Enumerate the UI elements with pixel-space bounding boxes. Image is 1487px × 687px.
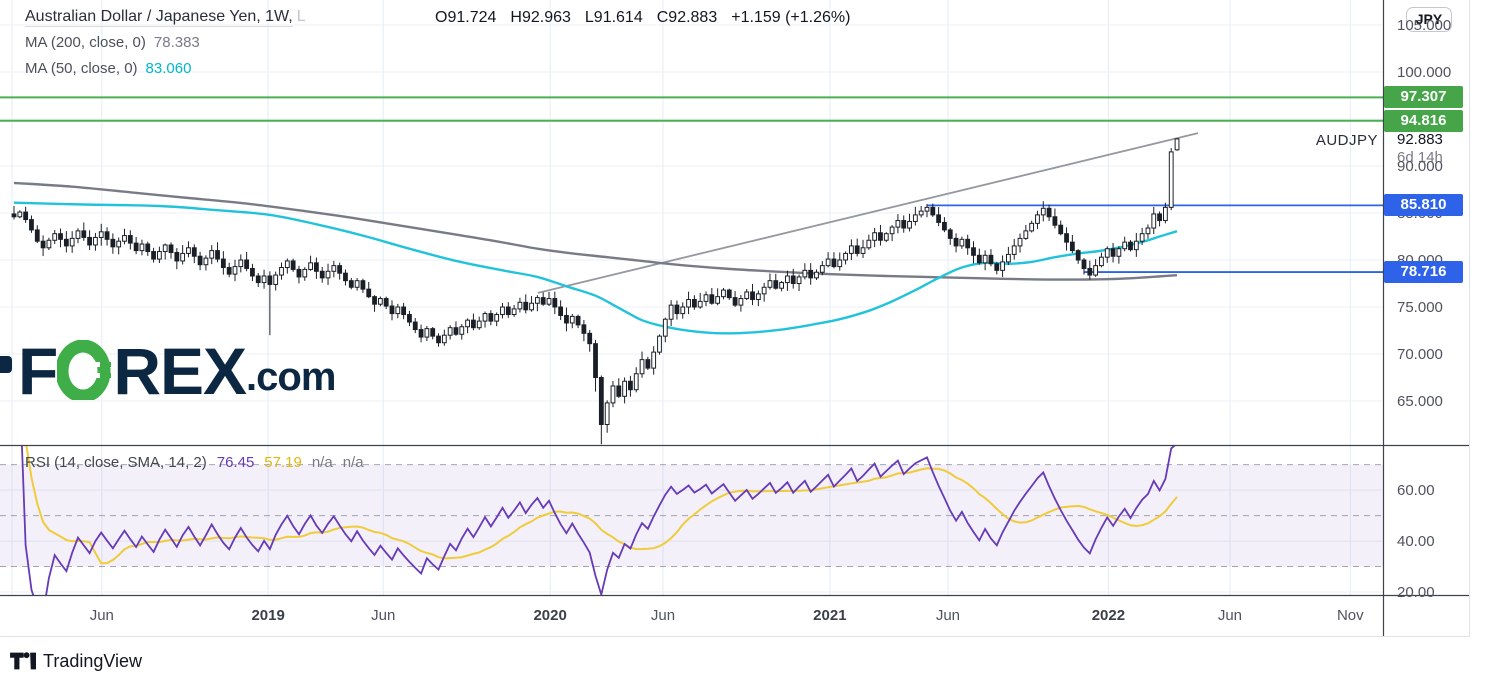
rsi-na-2: n/a bbox=[343, 454, 364, 471]
time-tick-label: Jun bbox=[936, 607, 960, 624]
price-tick-label: 75.000 bbox=[1397, 299, 1443, 316]
price-tick-label: 70.000 bbox=[1397, 346, 1443, 363]
rsi-label: RSI (14, close, SMA, 14, 2) bbox=[25, 454, 207, 471]
rsi-tick-label: 20.00 bbox=[1397, 584, 1435, 601]
tradingview-brand-text[interactable]: TradingView bbox=[43, 651, 142, 672]
rsi-na-1: n/a bbox=[312, 454, 333, 471]
price-tick-label: 90.000 bbox=[1397, 158, 1443, 175]
symbol-title[interactable]: Australian Dollar / Japanese Yen, 1W, bbox=[25, 8, 293, 27]
price-level-badge: 78.716 bbox=[1384, 261, 1463, 283]
rsi-tick-label: 60.00 bbox=[1397, 482, 1435, 499]
rsi-legend-row[interactable]: RSI (14, close, SMA, 14, 2) 76.45 57.19 n/a… bbox=[25, 454, 374, 471]
rsi-sma-value: 57.19 bbox=[264, 454, 302, 471]
ma50-label: MA (50, close, 0) bbox=[25, 60, 138, 77]
time-tick-label: Nov bbox=[1337, 607, 1364, 624]
price-level-badge: 94.816 bbox=[1384, 110, 1463, 132]
ohlc-values: O91.724 H92.963 L91.614 C92.883 +1.159 (+1.2… bbox=[435, 9, 864, 27]
low-value: L91.614 bbox=[585, 9, 643, 26]
watermark-fragment bbox=[0, 356, 12, 373]
forex-com-watermark: F REX.com bbox=[18, 340, 335, 400]
time-tick-label: 2021 bbox=[813, 607, 846, 624]
tradingview-attribution[interactable]: TradingView bbox=[10, 650, 142, 672]
time-tick-label: 2022 bbox=[1092, 607, 1125, 624]
tradingview-chart-widget: Australian Dollar / Japanese Yen, 1W,L O… bbox=[0, 0, 1487, 687]
open-value: O91.724 bbox=[435, 9, 496, 26]
time-tick-label: 2020 bbox=[533, 607, 566, 624]
watermark-dotcom: .com bbox=[246, 354, 335, 400]
ma200-legend-row[interactable]: MA (200, close, 0) 78.383 bbox=[25, 34, 200, 51]
ma200-label: MA (200, close, 0) bbox=[25, 34, 146, 51]
rsi-value: 76.45 bbox=[217, 454, 255, 471]
price-level-badge: 85.810 bbox=[1384, 194, 1463, 216]
time-tick-label: Jun bbox=[1218, 607, 1242, 624]
symbol-title-truncated: L bbox=[297, 8, 306, 25]
close-value: C92.883 bbox=[657, 9, 718, 26]
price-tick-label: 65.000 bbox=[1397, 393, 1443, 410]
change-value: +1.159 (+1.26%) bbox=[731, 9, 850, 26]
chart-canvas[interactable] bbox=[0, 0, 1470, 637]
last-price-value: 92.883 bbox=[1397, 131, 1443, 148]
high-value: H92.963 bbox=[510, 9, 571, 26]
forex-o-icon bbox=[57, 340, 113, 400]
time-tick-label: Jun bbox=[90, 607, 114, 624]
ma50-legend-row[interactable]: MA (50, close, 0) 83.060 bbox=[25, 60, 191, 77]
tradingview-logo-icon bbox=[10, 650, 36, 672]
time-tick-label: 2019 bbox=[251, 607, 284, 624]
price-tick-label: 105.000 bbox=[1397, 17, 1451, 34]
time-tick-label: Jun bbox=[651, 607, 675, 624]
symbol-legend-row[interactable]: Australian Dollar / Japanese Yen, 1W,L bbox=[25, 8, 306, 26]
time-tick-label: Jun bbox=[371, 607, 395, 624]
watermark-f: F bbox=[18, 342, 57, 400]
watermark-rex: REX bbox=[113, 342, 246, 400]
symbol-price-label: AUDJPY bbox=[1210, 132, 1378, 149]
ma50-value: 83.060 bbox=[146, 60, 192, 77]
rsi-tick-label: 40.00 bbox=[1397, 533, 1435, 550]
price-level-badge: 97.307 bbox=[1384, 86, 1463, 108]
price-tick-label: 100.000 bbox=[1397, 64, 1451, 81]
ma200-value: 78.383 bbox=[154, 34, 200, 51]
